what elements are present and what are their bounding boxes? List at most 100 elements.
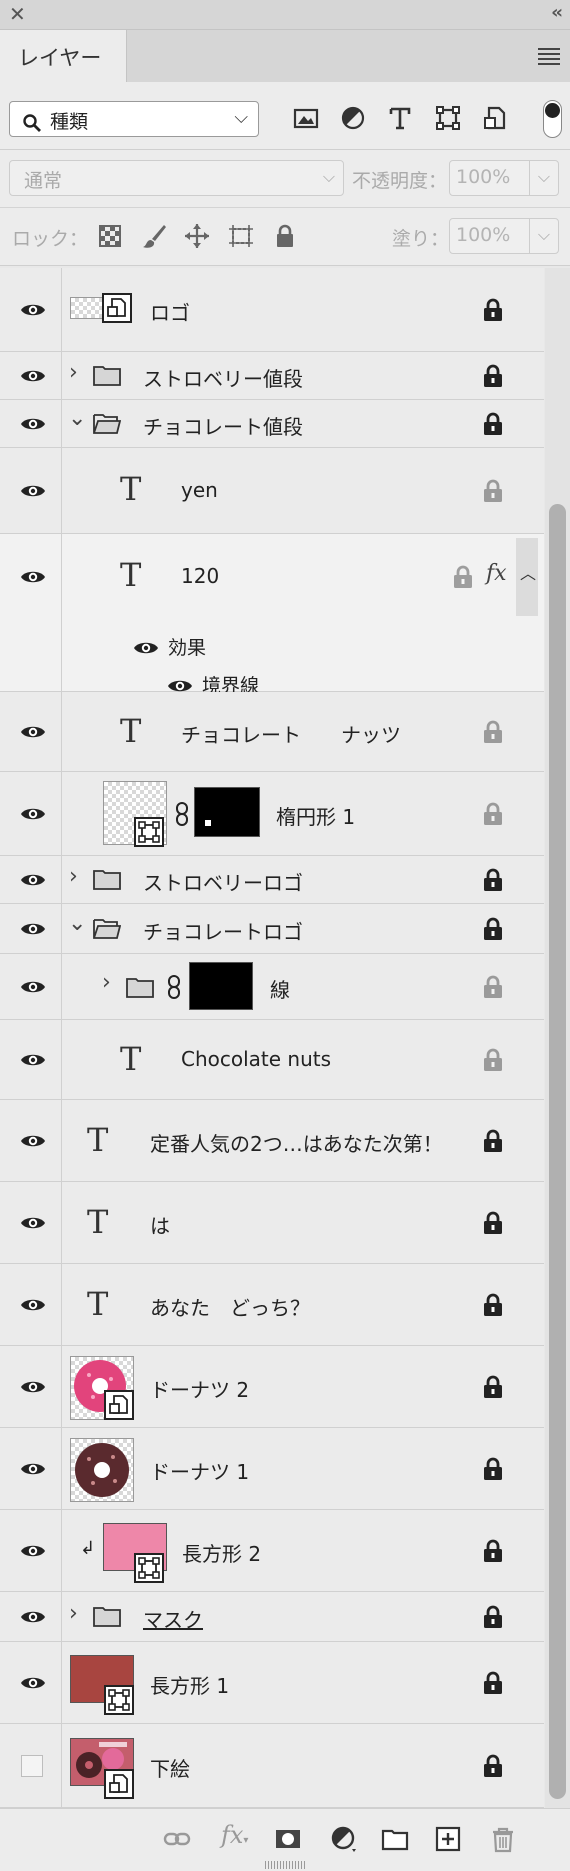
- mask-thumbnail[interactable]: [194, 787, 260, 837]
- visibility-toggle-empty[interactable]: [21, 1755, 43, 1777]
- layer-row[interactable]: T 120 fx ︿ 効果 境界線: [0, 534, 544, 697]
- eye-icon[interactable]: [20, 1543, 46, 1559]
- eye-icon[interactable]: [20, 483, 46, 499]
- chevron-down-icon[interactable]: ⌄: [68, 911, 86, 936]
- new-layer-icon[interactable]: [434, 1825, 462, 1853]
- type-filter-icon[interactable]: [386, 104, 414, 132]
- eye-icon[interactable]: [20, 724, 46, 740]
- lock-position-icon[interactable]: [183, 222, 211, 250]
- layer-name[interactable]: 長方形 2: [182, 1538, 261, 1567]
- mask-thumbnail[interactable]: [189, 962, 253, 1010]
- layer-name[interactable]: ロゴ: [150, 297, 190, 326]
- layer-row[interactable]: ドーナツ 1: [0, 1428, 544, 1510]
- layer-name[interactable]: ストロベリー値段: [143, 363, 303, 392]
- shape-filter-icon[interactable]: [434, 104, 462, 132]
- adjustment-filter-icon[interactable]: [339, 104, 367, 132]
- delete-layer-icon[interactable]: [489, 1825, 517, 1853]
- layer-row[interactable]: T Chocolate nuts: [0, 1020, 544, 1100]
- new-group-icon[interactable]: [381, 1825, 409, 1853]
- chevron-right-icon[interactable]: ›: [102, 970, 111, 995]
- scrollbar-thumb[interactable]: [549, 504, 566, 1799]
- layer-row[interactable]: 長方形 1: [0, 1642, 544, 1724]
- layer-name[interactable]: チョコレートロゴ: [143, 916, 303, 945]
- eye-icon[interactable]: [20, 368, 46, 384]
- layer-name[interactable]: ドーナツ 2: [150, 1374, 249, 1403]
- tab-layers[interactable]: レイヤー: [0, 30, 127, 83]
- eye-icon[interactable]: [20, 1609, 46, 1625]
- layer-row[interactable]: ↲ 長方形 2: [0, 1510, 544, 1592]
- chevron-right-icon[interactable]: ›: [69, 360, 78, 385]
- layer-thumbnail[interactable]: [70, 1438, 134, 1502]
- chevron-right-icon[interactable]: ›: [69, 1601, 78, 1626]
- close-icon[interactable]: ✕: [9, 2, 26, 26]
- lock-artboard-icon[interactable]: [227, 222, 255, 250]
- layer-row[interactable]: › 線: [0, 954, 544, 1020]
- link-chain-icon[interactable]: [167, 974, 181, 1000]
- eye-icon[interactable]: [20, 302, 46, 318]
- collapse-panel-icon[interactable]: ‹‹: [551, 2, 563, 23]
- effects-label[interactable]: 効果: [168, 633, 206, 660]
- layer-row[interactable]: ドーナツ 2: [0, 1346, 544, 1428]
- layers-scrollbar[interactable]: [545, 268, 570, 1808]
- fill-field[interactable]: 100% ⌵: [449, 218, 559, 254]
- chevron-right-icon[interactable]: ›: [69, 864, 78, 889]
- layer-name[interactable]: チョコレート値段: [143, 411, 303, 440]
- layer-row[interactable]: › ストロベリーロゴ: [0, 856, 544, 904]
- add-mask-icon[interactable]: [274, 1825, 302, 1853]
- layer-name[interactable]: yen: [181, 478, 218, 502]
- lock-all-icon[interactable]: [271, 222, 299, 250]
- fx-icon[interactable]: fx: [486, 561, 507, 586]
- eye-icon[interactable]: [20, 979, 46, 995]
- eye-icon[interactable]: [20, 416, 46, 432]
- eye-icon[interactable]: [20, 1052, 46, 1068]
- layer-row[interactable]: 楕円形 1: [0, 772, 544, 856]
- layer-row[interactable]: T は: [0, 1182, 544, 1264]
- opacity-field[interactable]: 100% ⌵: [449, 160, 559, 196]
- layer-name[interactable]: チョコレート ナッツ: [181, 719, 401, 748]
- layer-row[interactable]: ⌄ チョコレート値段: [0, 400, 544, 448]
- layer-row[interactable]: ⌄ チョコレートロゴ: [0, 904, 544, 954]
- filter-toggle-switch[interactable]: [543, 100, 562, 138]
- chevron-down-icon[interactable]: ⌄: [68, 406, 86, 431]
- layer-row[interactable]: T あなた どっち？: [0, 1264, 544, 1346]
- eye-icon[interactable]: [20, 1133, 46, 1149]
- layer-name[interactable]: 下絵: [150, 1753, 190, 1782]
- chevron-down-icon[interactable]: ⌵: [538, 225, 550, 245]
- layer-name[interactable]: 長方形 1: [150, 1670, 229, 1699]
- layer-name[interactable]: 定番人気の2つ…はあなた次第！: [150, 1128, 443, 1157]
- eye-icon[interactable]: [20, 569, 46, 585]
- layer-row[interactable]: ロゴ: [0, 268, 544, 352]
- eye-icon[interactable]: [20, 1461, 46, 1477]
- layer-row[interactable]: T チョコレート ナッツ: [0, 692, 544, 772]
- layer-name[interactable]: ドーナツ 1: [150, 1456, 249, 1485]
- eye-icon[interactable]: [20, 872, 46, 888]
- layer-row[interactable]: T 定番人気の2つ…はあなた次第！: [0, 1100, 544, 1182]
- eye-icon[interactable]: [20, 1675, 46, 1691]
- layer-row[interactable]: › ストロベリー値段: [0, 352, 544, 400]
- link-chain-icon[interactable]: [175, 801, 189, 827]
- layer-name[interactable]: は: [150, 1210, 170, 1239]
- eye-icon[interactable]: [20, 1379, 46, 1395]
- blend-mode-select[interactable]: 通常 ⌵: [9, 160, 344, 196]
- resize-grip[interactable]: [265, 1861, 305, 1869]
- collapse-effects-button[interactable]: ︿: [516, 538, 538, 616]
- lock-transparent-pixels-icon[interactable]: [96, 222, 124, 250]
- chevron-down-icon[interactable]: ⌵: [538, 167, 550, 187]
- layer-name[interactable]: 楕円形 1: [276, 801, 355, 830]
- link-layers-icon[interactable]: [163, 1825, 191, 1853]
- layer-name[interactable]: 120: [181, 564, 219, 588]
- image-filter-icon[interactable]: [292, 104, 320, 132]
- smart-object-filter-icon[interactable]: [482, 104, 510, 132]
- layer-row[interactable]: › マスク: [0, 1592, 544, 1642]
- lock-image-pixels-icon[interactable]: [140, 222, 168, 250]
- layer-row[interactable]: T yen: [0, 448, 544, 534]
- fx-icon[interactable]: fx▾: [221, 1821, 255, 1849]
- layer-name[interactable]: ストロベリーロゴ: [143, 867, 303, 896]
- eye-icon[interactable]: [133, 640, 159, 656]
- eye-icon[interactable]: [20, 1297, 46, 1313]
- panel-menu-icon[interactable]: [538, 48, 560, 68]
- layer-row[interactable]: 下絵: [0, 1724, 544, 1808]
- eye-icon[interactable]: [20, 806, 46, 822]
- eye-icon[interactable]: [20, 1215, 46, 1231]
- layer-name[interactable]: マスク: [143, 1604, 203, 1633]
